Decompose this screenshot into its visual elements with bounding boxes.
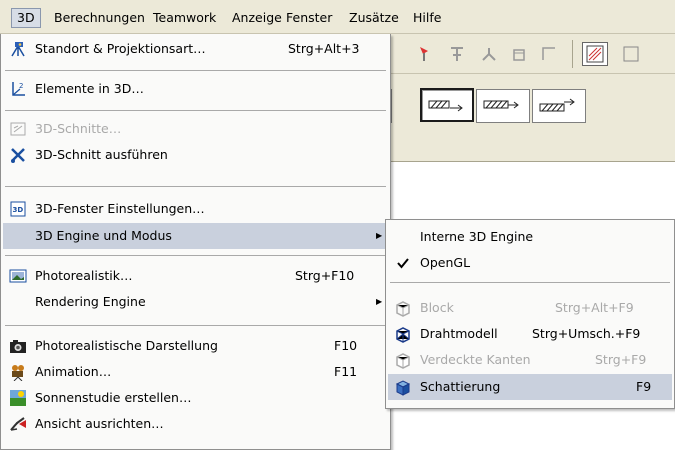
sun-study-icon: [9, 389, 27, 407]
block-icon: [394, 299, 412, 317]
submenu-3d-engine: Interne 3D Engine OpenGL Block Strg+Alt+…: [385, 219, 675, 409]
menu-berechnungen[interactable]: Berechnungen: [49, 8, 150, 28]
stair-tool-icon[interactable]: [478, 43, 500, 65]
elevate-tool-icon[interactable]: [446, 43, 468, 65]
menu-separator: [5, 70, 386, 71]
menu-item-drahtmodell[interactable]: Drahtmodell Strg+Umsch.+F9: [388, 321, 672, 347]
menu-item-standort[interactable]: Standort & Projektionsart… Strg+Alt+3: [3, 36, 388, 62]
submenu-arrow-icon: ▶: [376, 297, 383, 306]
wall-hatch-icon: [539, 98, 575, 112]
menu-item-ansicht-ausrichten[interactable]: Ansicht ausrichten…: [3, 411, 388, 437]
menu-item-3d-schnitt-ausfuehren[interactable]: 3D-Schnitt ausführen: [3, 142, 388, 168]
shading-icon: [394, 378, 412, 396]
menu-item-opengl[interactable]: OpenGL: [388, 250, 672, 276]
submenu-arrow-icon: ▶: [376, 231, 383, 240]
menu-item-photorealistische-darstellung[interactable]: Photorealistische Darstellung F10: [3, 333, 388, 359]
hatch-tool-icon[interactable]: [582, 42, 608, 66]
wireframe-icon: [394, 325, 412, 343]
wall-hatch-icon: [428, 100, 463, 112]
menu-item-animation[interactable]: Animation… F11: [3, 359, 388, 385]
menu-item-block: Block Strg+Alt+F9: [388, 295, 672, 321]
wall-type-button[interactable]: [532, 89, 586, 123]
menu-item-3d-schnitte: 3D-Schnitte…: [3, 116, 388, 142]
wall-type-button[interactable]: [420, 88, 474, 122]
menu-item-sonnenstudie[interactable]: Sonnenstudie erstellen…: [3, 385, 388, 411]
checkmark-icon: [394, 254, 412, 272]
menu-separator: [390, 282, 670, 283]
menu-3d-dropdown: Standort & Projektionsart… Strg+Alt+3 2 …: [0, 34, 391, 450]
menu-separator: [5, 110, 386, 111]
menu-item-photorealistik[interactable]: Photorealistik… Strg+F10: [3, 263, 388, 289]
menu-hilfe[interactable]: Hilfe: [408, 8, 446, 28]
menu-bar: 3D Berechnungen Teamwork Anzeige Fenster…: [0, 0, 675, 34]
menu-item-rendering-engine[interactable]: Rendering Engine ▶: [3, 289, 388, 315]
menu-zusaetze[interactable]: Zusätze: [344, 8, 404, 28]
photo-icon: [9, 267, 27, 285]
hidden-lines-icon: [394, 351, 412, 369]
menu-anzeige[interactable]: Anzeige: [227, 8, 287, 28]
window-settings-icon: 3D: [9, 200, 27, 218]
svg-text:2: 2: [19, 82, 23, 90]
menu-separator: [5, 255, 386, 256]
wall-type-button[interactable]: [476, 89, 530, 123]
grid-tool-icon[interactable]: [620, 43, 642, 65]
corner-tool-icon[interactable]: [538, 43, 560, 65]
menu-fenster[interactable]: Fenster: [281, 8, 337, 28]
align-view-icon: [9, 415, 27, 433]
scissors-icon: [9, 146, 27, 164]
menu-separator: [5, 325, 386, 326]
menu-item-3d-engine-und-modus[interactable]: 3D Engine und Modus ▶: [3, 223, 388, 249]
film-camera-icon: [9, 363, 27, 381]
menu-3d[interactable]: 3D: [11, 8, 41, 28]
camera-tripod-icon: [9, 40, 27, 58]
camera-icon: [9, 337, 27, 355]
menu-item-3d-fenster-einstellungen[interactable]: 3D 3D-Fenster Einstellungen…: [3, 196, 388, 222]
menu-item-interne-3d-engine[interactable]: Interne 3D Engine: [388, 224, 672, 250]
menu-item-elemente-in-3d[interactable]: 2 Elemente in 3D…: [3, 76, 388, 102]
toolbar-separator: [572, 40, 573, 68]
hand-tool-icon[interactable]: [508, 43, 530, 65]
menu-separator: [5, 186, 386, 187]
axes-icon: 2: [9, 80, 27, 98]
cut-planes-icon: [9, 120, 27, 138]
menu-item-schattierung[interactable]: Schattierung F9: [388, 374, 672, 400]
menu-item-verdeckte-kanten: Verdeckte Kanten Strg+F9: [388, 347, 672, 373]
wall-hatch-icon: [483, 100, 519, 109]
menu-teamwork[interactable]: Teamwork: [148, 8, 221, 28]
svg-text:3D: 3D: [13, 206, 24, 214]
marker-tool-icon[interactable]: [414, 43, 436, 65]
